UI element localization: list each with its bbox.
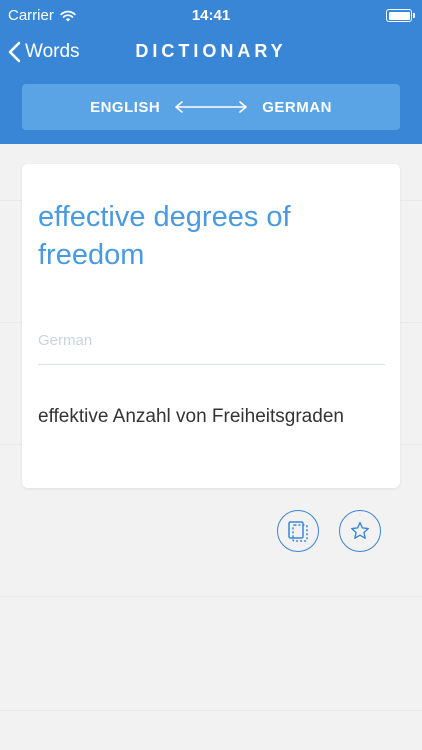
copy-button[interactable] (277, 510, 319, 552)
header: Carrier 14:41 Words DICTIONARY ENGLISH G… (0, 0, 422, 144)
translation-text: effektive Anzahl von Freiheitsgraden (38, 406, 344, 427)
copy-card-icon (288, 521, 308, 542)
double-arrow-icon (175, 101, 248, 113)
star-icon (350, 521, 370, 539)
navigation-bar: Words DICTIONARY (0, 30, 422, 74)
divider (38, 364, 385, 365)
battery-icon (386, 9, 415, 22)
status-bar: Carrier 14:41 (0, 0, 422, 30)
source-language: ENGLISH (90, 98, 161, 116)
background-rule (0, 710, 422, 711)
target-language-label: German (38, 332, 93, 349)
entry-card: effective degrees of freedom German effe… (22, 164, 400, 488)
target-language: GERMAN (262, 98, 332, 116)
background-rule (0, 596, 422, 597)
page-title: DICTIONARY (135, 41, 287, 61)
language-switch-button[interactable]: ENGLISH GERMAN (22, 84, 400, 130)
term-text: effective degrees of freedom (38, 201, 291, 271)
status-time: 14:41 (191, 7, 231, 24)
favorite-button[interactable] (339, 510, 381, 552)
